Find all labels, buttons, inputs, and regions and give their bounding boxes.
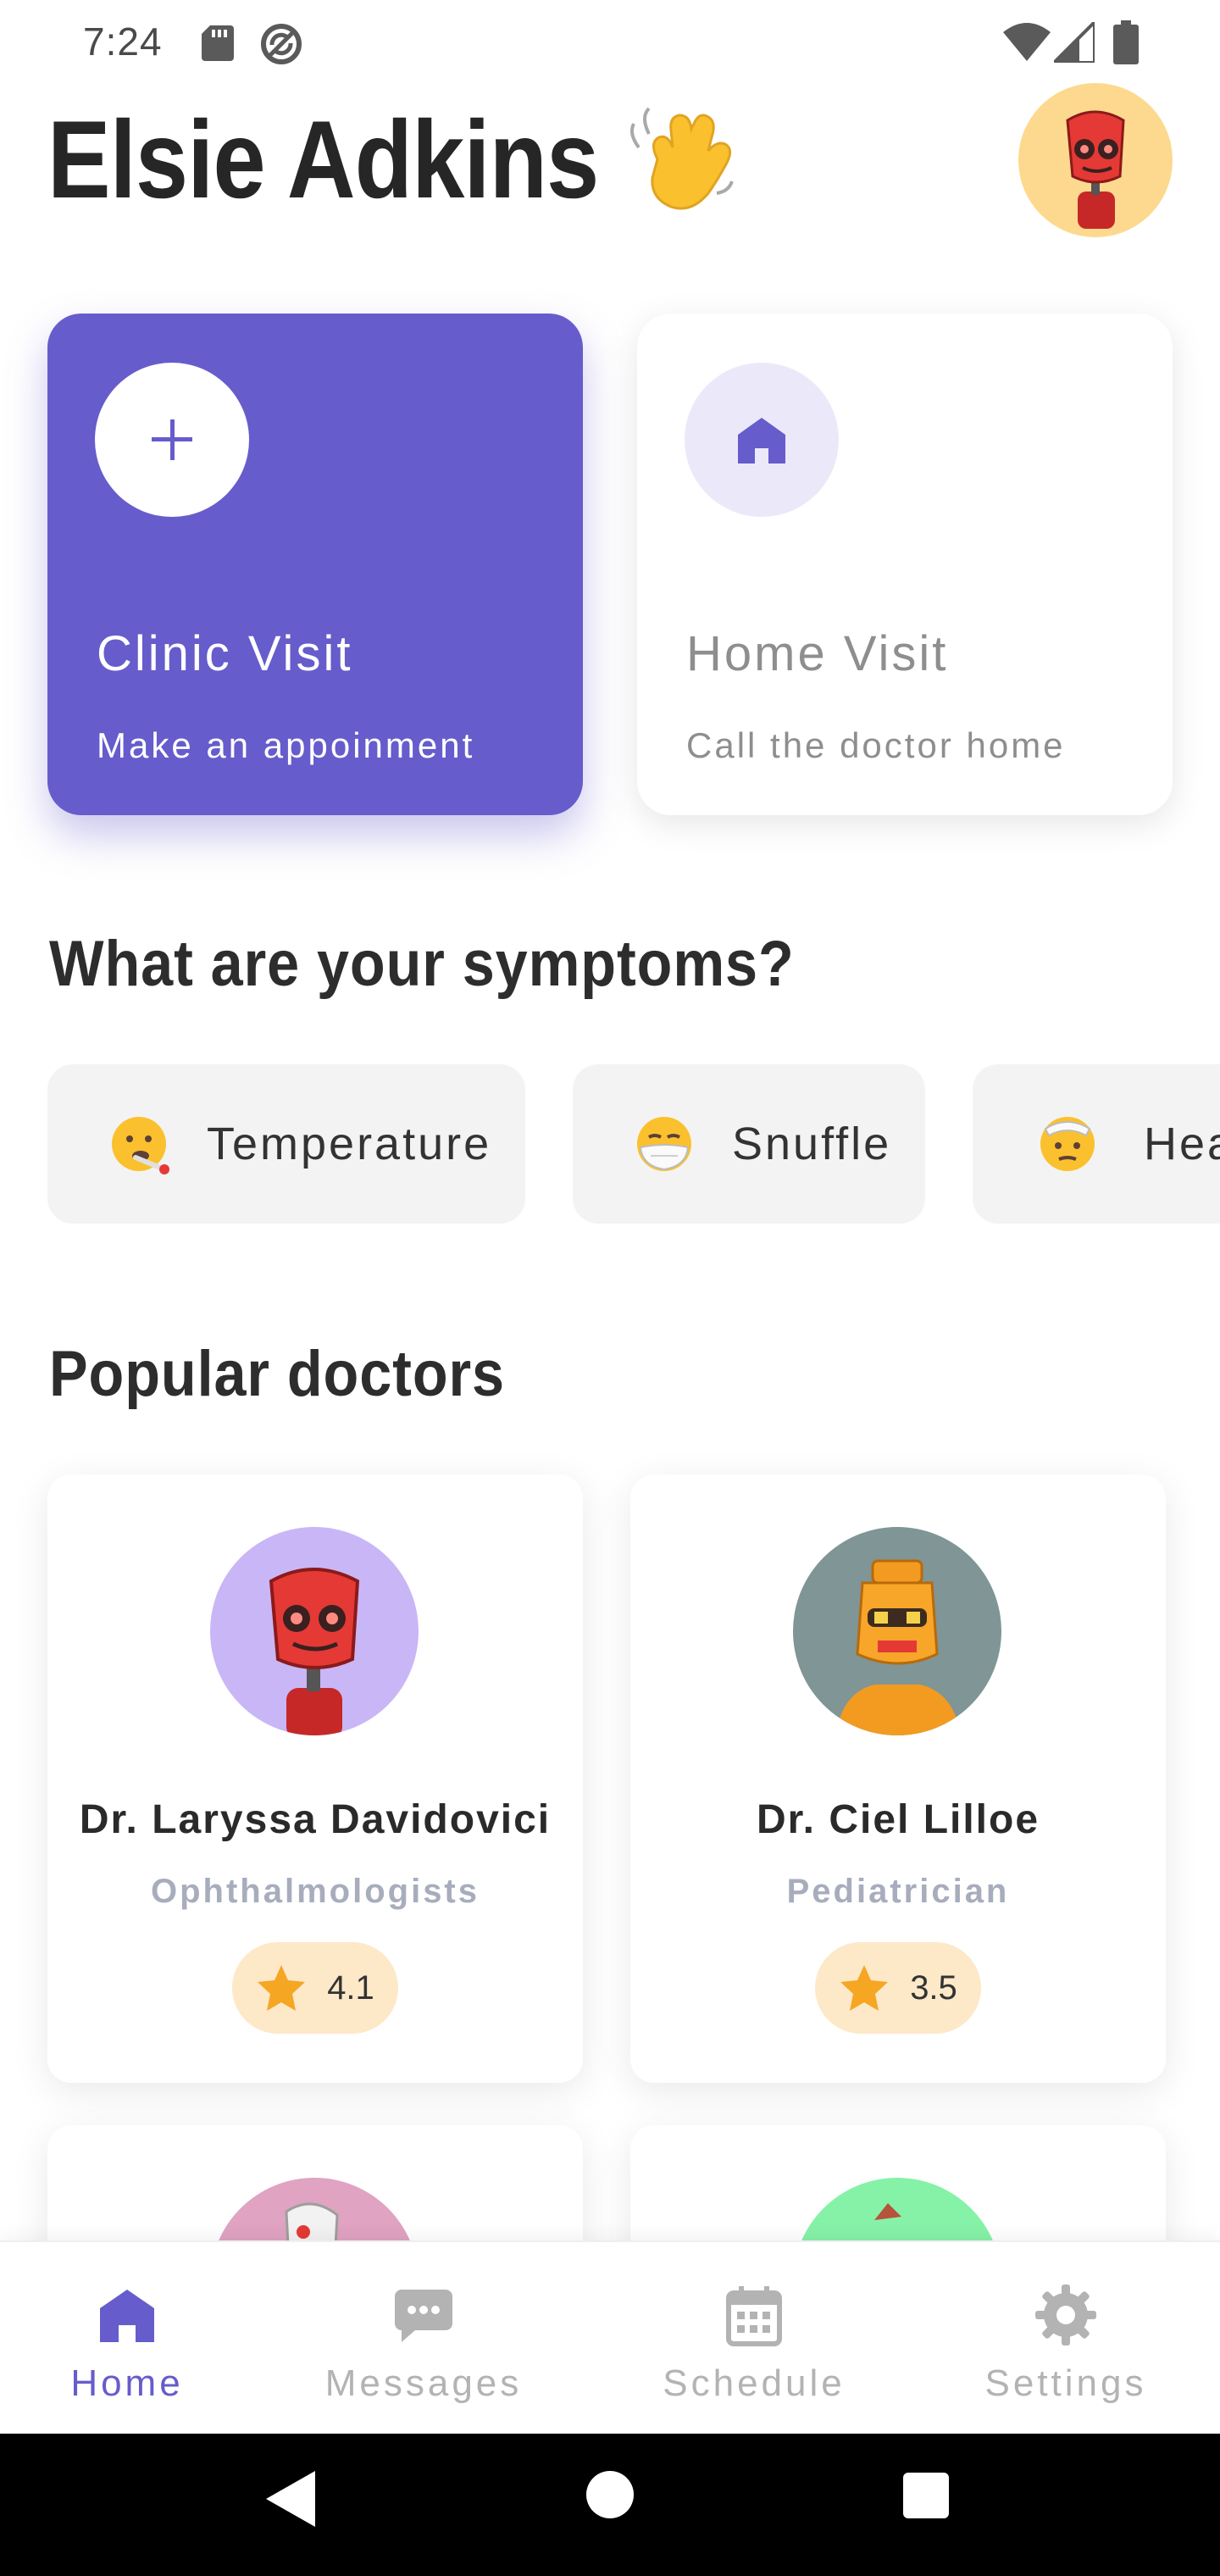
system-navigation-bar	[0, 2434, 1220, 2576]
doctor-name: Dr. Laryssa Davidovici	[79, 1797, 552, 1842]
doctor-card[interactable]: Dr. Laryssa Davidovici Ophthalmologists …	[47, 1474, 583, 2083]
symptom-label: Headache	[1144, 1119, 1220, 1169]
home-visit-card[interactable]: Home Visit Call the doctor home	[637, 314, 1173, 815]
doctor-name: Dr. Ciel Lilloe	[756, 1797, 1040, 1842]
symptom-label: Snuffle	[732, 1119, 892, 1169]
doctor-specialty: Ophthalmologists	[151, 1873, 480, 1910]
nav-label: Settings	[984, 2362, 1147, 2404]
doctor-rating: 3.5	[815, 1942, 981, 2034]
home-visit-subtitle: Call the doctor home	[686, 725, 1066, 765]
home-icon	[100, 2290, 154, 2342]
gear-icon	[1035, 2285, 1096, 2346]
home-screen: 7:24 Elsie Adkins Clinic Visit Make an a…	[0, 0, 1220, 2576]
doctor-specialty: Pediatrician	[786, 1873, 1010, 1910]
waving-hand-icon	[630, 107, 734, 210]
status-bar: 7:24	[0, 0, 1220, 85]
bottom-navigation: Home Messages Schedule Settings	[0, 2240, 1220, 2434]
doctor-avatar	[210, 1527, 419, 1735]
clinic-visit-icon-circle	[95, 363, 249, 517]
doctor-card[interactable]: Dr. Ciel Lilloe Pediatrician 3.5	[630, 1474, 1166, 2083]
sync-icon	[261, 24, 302, 64]
symptoms-heading: What are your symptoms?	[49, 928, 795, 1000]
signal-icon	[1054, 22, 1095, 63]
nav-label: Messages	[324, 2362, 523, 2404]
symptom-label: Temperature	[207, 1119, 492, 1169]
wifi-icon	[1003, 23, 1051, 61]
rating-value: 4.1	[327, 1968, 374, 2007]
home-icon	[738, 418, 785, 464]
robot-avatar-icon	[1066, 110, 1125, 229]
rating-value: 3.5	[910, 1968, 957, 2007]
doctor-rating: 4.1	[232, 1942, 398, 2034]
nav-label: Home	[70, 2362, 184, 2404]
symptom-chip-temperature[interactable]: Temperature	[47, 1064, 525, 1224]
home-visit-icon-circle	[685, 363, 839, 517]
star-icon	[840, 1965, 889, 2011]
clinic-visit-subtitle: Make an appoinment	[97, 725, 475, 765]
face-with-thermometer-icon	[112, 1117, 169, 1174]
chat-icon	[395, 2290, 452, 2342]
clinic-visit-title: Clinic Visit	[97, 626, 353, 681]
calendar-icon	[726, 2286, 782, 2346]
home-button[interactable]	[586, 2471, 634, 2518]
face-with-mask-icon	[637, 1117, 691, 1171]
back-icon[interactable]	[264, 2469, 319, 2529]
nav-label: Schedule	[663, 2362, 846, 2404]
robot-avatar-icon	[269, 1568, 360, 1735]
symptom-chip-snuffle[interactable]: Snuffle	[573, 1064, 925, 1224]
status-time: 7:24	[83, 19, 163, 64]
nav-item-settings[interactable]: Settings	[973, 2242, 1159, 2435]
battery-icon	[1113, 20, 1139, 64]
popular-doctors-heading: Popular doctors	[49, 1338, 505, 1410]
recent-apps-button[interactable]	[903, 2473, 949, 2518]
clinic-visit-card[interactable]: Clinic Visit Make an appoinment	[47, 314, 583, 815]
robot-avatar-icon	[835, 1559, 961, 1735]
user-avatar[interactable]	[1018, 83, 1173, 237]
star-icon	[258, 1965, 306, 2011]
home-visit-title: Home Visit	[686, 626, 949, 681]
user-greeting: Elsie Adkins	[47, 97, 599, 221]
doctor-avatar	[793, 1527, 1001, 1735]
plus-icon	[152, 419, 192, 460]
nav-item-home[interactable]: Home	[59, 2242, 195, 2435]
sd-card-icon	[202, 25, 234, 61]
nav-item-schedule[interactable]: Schedule	[652, 2242, 856, 2435]
face-with-bandage-icon	[1040, 1117, 1095, 1171]
symptom-chip-headache[interactable]: Headache	[973, 1064, 1220, 1224]
nav-item-messages[interactable]: Messages	[322, 2242, 525, 2435]
